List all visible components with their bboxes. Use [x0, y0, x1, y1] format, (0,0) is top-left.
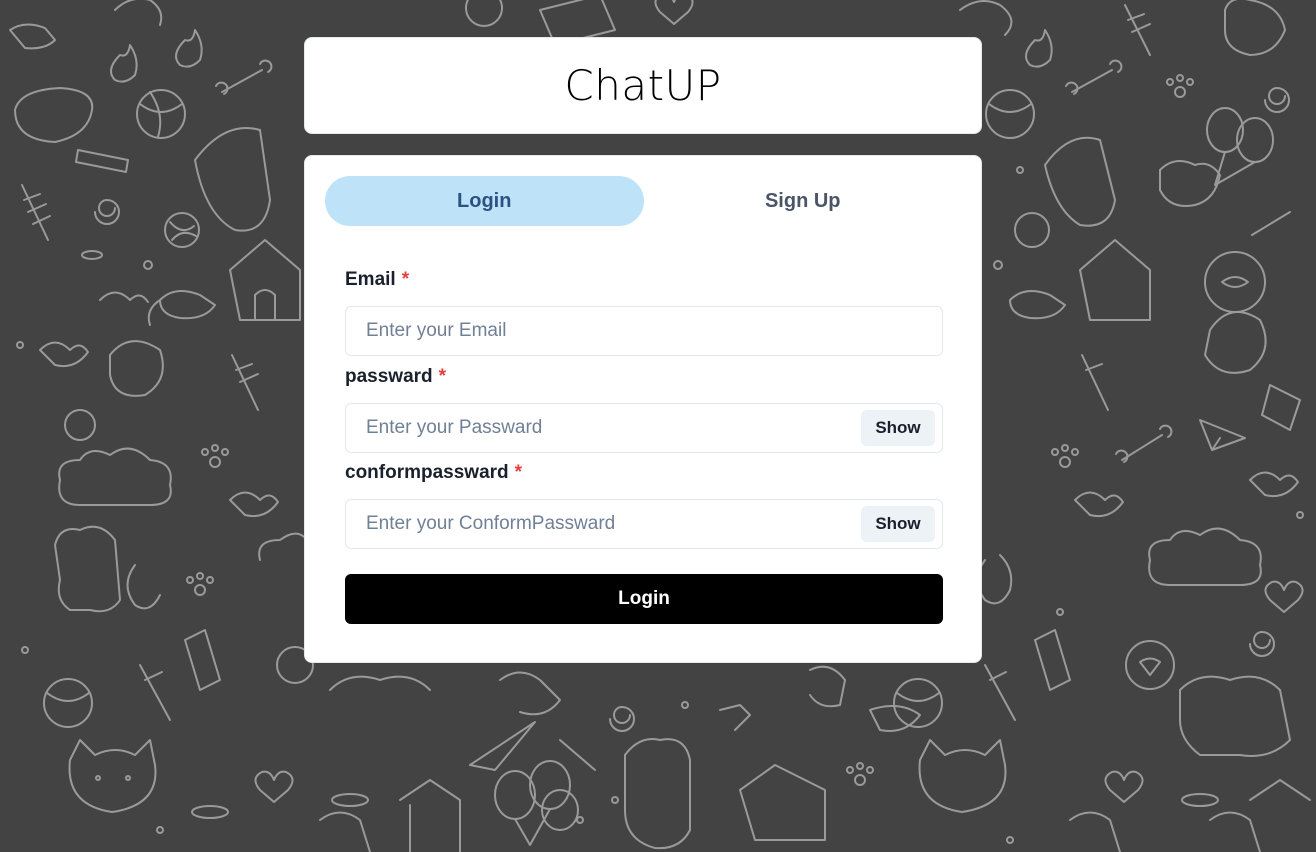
- confirm-password-required-mark: *: [514, 462, 523, 483]
- auth-card: Login Sign Up Email* passward* Show conf…: [304, 155, 982, 663]
- email-label: Email *: [345, 269, 409, 291]
- email-required-mark: *: [401, 269, 410, 290]
- app-header: ChatUP: [304, 37, 982, 134]
- email-label-text: Email: [345, 269, 396, 290]
- password-input[interactable]: [346, 404, 942, 452]
- password-label: passward *: [345, 366, 446, 388]
- confirm-password-field-wrapper: Show: [345, 499, 943, 549]
- password-label-text: passward: [345, 366, 433, 387]
- confirm-password-label-text: conformpassward: [345, 462, 509, 483]
- login-submit-button[interactable]: Login: [345, 574, 943, 624]
- password-show-button[interactable]: Show: [861, 410, 935, 446]
- password-required-mark: *: [438, 366, 447, 387]
- auth-tabs: Login Sign Up: [325, 176, 962, 226]
- tab-login[interactable]: Login: [325, 176, 644, 226]
- confirm-password-input[interactable]: [346, 500, 942, 548]
- tab-signup[interactable]: Sign Up: [644, 176, 963, 226]
- email-field-wrapper: [345, 306, 943, 356]
- email-input[interactable]: [346, 307, 942, 355]
- password-field-wrapper: Show: [345, 403, 943, 453]
- app-title: ChatUP: [564, 61, 722, 110]
- confirm-password-label: conformpassward *: [345, 462, 522, 484]
- confirm-password-show-button[interactable]: Show: [861, 506, 935, 542]
